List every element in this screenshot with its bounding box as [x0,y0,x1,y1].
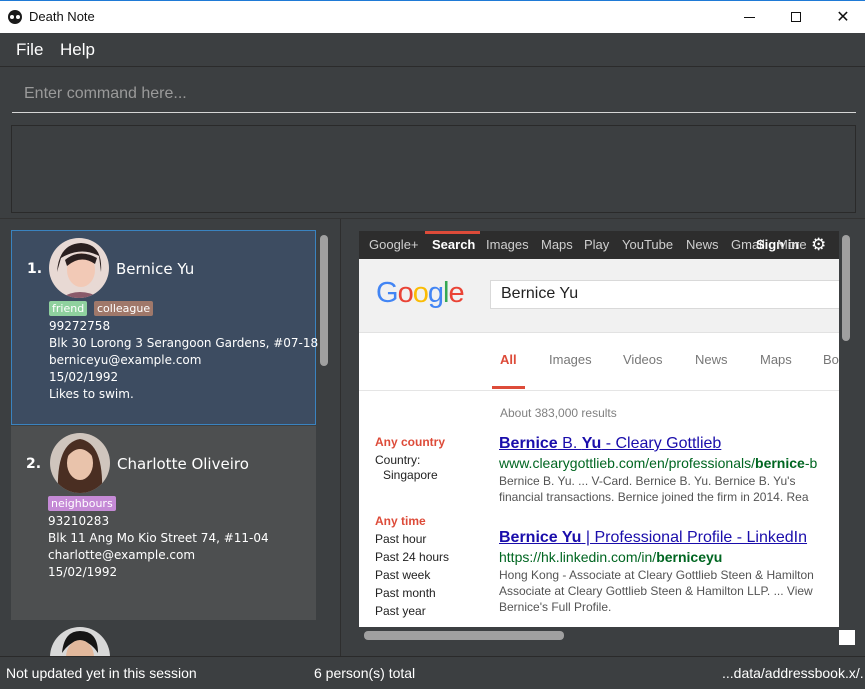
result-title-bold: Bernice Yu [499,529,582,546]
person-address: Blk 11 Ang Mo Kio Street 74, #11-04 [48,531,269,545]
person-phone: 93210283 [48,514,110,528]
result-title-rest: | Professional Profile - LinkedIn [581,529,808,546]
total-persons-status: 6 person(s) total [314,665,416,681]
close-icon: ✕ [836,7,850,26]
filter-time-item[interactable]: Past month [375,586,436,600]
tab-images[interactable]: Images [549,352,592,367]
command-input[interactable] [12,77,856,111]
sync-status: Not updated yet in this session [6,665,197,681]
tab-all[interactable]: All [500,352,517,367]
result-url-bold: berniceyu [656,549,723,565]
person-card[interactable]: 2. Charlotte Oliveiro neighbours 9321028… [11,426,316,620]
person-index: 2. [26,456,42,472]
result-stats: About 383,000 results [500,406,617,420]
close-button[interactable]: ✕ [820,1,865,33]
active-indicator [425,231,480,234]
filter-time-item[interactable]: Past 24 hours [375,550,449,564]
person-name: Bernice Yu [116,260,195,278]
avatar [50,433,110,493]
title-bar: Death Note ✕ [0,0,865,33]
gbar-maps[interactable]: Maps [541,237,573,252]
person-card[interactable]: 1. Bernice Yu friend colleague 99272758 … [11,230,319,425]
google-header: Google Bernice Yu [359,259,839,333]
status-bar: Not updated yet in this session 6 person… [0,656,865,689]
result-url: https://hk.linkedin.com/in/berniceyu [499,549,722,565]
menu-bar: File Help [0,33,865,67]
result-title-bold: Yu [581,435,602,452]
result-title-link[interactable]: Bernice B. Yu - Cleary Gottlieb [499,435,721,453]
google-logo[interactable]: Google [376,277,465,310]
menu-file[interactable]: File [16,40,43,60]
gbar-images[interactable]: Images [486,237,529,252]
filter-country-value[interactable]: Singapore [383,468,438,482]
result-url: www.clearygottlieb.com/en/professionals/… [499,455,817,471]
tab-videos[interactable]: Videos [623,352,663,367]
result-snippet: Bernice B. Yu. ... V-Card. Bernice B. Yu… [499,474,796,488]
minimize-icon [743,16,755,18]
browser-hscrollbar[interactable] [364,631,564,640]
result-title-rest: - Cleary Gottlieb [601,435,722,452]
person-index: 1. [27,261,43,277]
filter-time-head[interactable]: Any time [375,514,426,528]
save-location-status: ...data/addressbook.x/. [722,665,864,681]
filter-country-label: Country: [375,453,421,467]
filter-country-head[interactable]: Any country [375,435,445,449]
app-window: Death Note ✕ File Help 1. Bernice Yu fri… [0,0,865,689]
google-top-bar: Google+ Search Images Maps Play YouTube … [359,231,839,259]
tag-badge: friend [49,301,88,316]
filter-time-item[interactable]: Past week [375,568,430,582]
avatar [49,238,109,298]
minimize-button[interactable] [726,1,772,33]
person-email: berniceyu@example.com [49,353,202,367]
gbar-more[interactable]: More [777,237,807,252]
menu-help[interactable]: Help [60,40,95,60]
result-title-link[interactable]: Bernice Yu | Professional Profile - Link… [499,529,807,547]
tab-maps[interactable]: Maps [760,352,792,367]
result-title-bold: Bernice [499,435,558,452]
browser-vscrollbar[interactable] [842,235,850,341]
result-snippet: Hong Kong - Associate at Cleary Gottlieb… [499,568,814,582]
tab-underline [492,386,525,389]
tag-badge: neighbours [48,496,116,511]
person-email: charlotte@example.com [48,548,196,562]
result-snippet: Associate at Cleary Gottlieb Steen & Ham… [499,584,813,598]
gbar-youtube[interactable]: YouTube [622,237,673,252]
command-box [12,77,856,113]
gbar-search[interactable]: Search [432,237,475,252]
list-scrollbar[interactable] [320,235,328,366]
maximize-icon [791,12,801,22]
browser-view: Google+ Search Images Maps Play YouTube … [359,231,839,627]
tab-news[interactable]: News [695,352,728,367]
result-snippet: financial transactions. Bernice joined t… [499,490,809,504]
tag-badge: colleague [94,301,154,316]
gear-icon[interactable]: ⚙ [811,235,826,255]
result-snippet: Bernice's Full Profile. [499,600,612,614]
result-title-mid: B. [557,435,582,452]
tab-books[interactable]: Bo [823,352,839,367]
tab-divider [359,390,839,391]
person-card[interactable] [11,620,316,687]
scroll-corner [839,630,855,645]
person-phone: 99272758 [49,319,111,333]
google-search-input[interactable]: Bernice Yu [490,280,839,309]
person-note: Likes to swim. [49,387,134,401]
result-url-text: www.clearygottlieb.com/en/professionals/ [499,455,756,471]
person-name: Charlotte Oliveiro [117,455,249,473]
filter-time-item[interactable]: Past year [375,604,426,618]
gbar-play[interactable]: Play [584,237,609,252]
result-display[interactable] [11,125,856,213]
result-url-rest: -b [804,455,818,471]
result-url-bold: bernice [755,455,805,471]
gbar-news[interactable]: News [686,237,719,252]
person-address: Blk 30 Lorong 3 Serangoon Gardens, #07-1… [49,336,319,350]
app-icon [8,10,22,24]
result-url-text: https://hk.linkedin.com/in/ [499,549,657,565]
filter-time-item[interactable]: Past hour [375,532,426,546]
maximize-button[interactable] [773,1,819,33]
window-title: Death Note [29,9,95,24]
gbar-google-plus[interactable]: Google+ [369,237,419,252]
person-date: 15/02/1992 [49,370,119,384]
person-date: 15/02/1992 [48,565,118,579]
